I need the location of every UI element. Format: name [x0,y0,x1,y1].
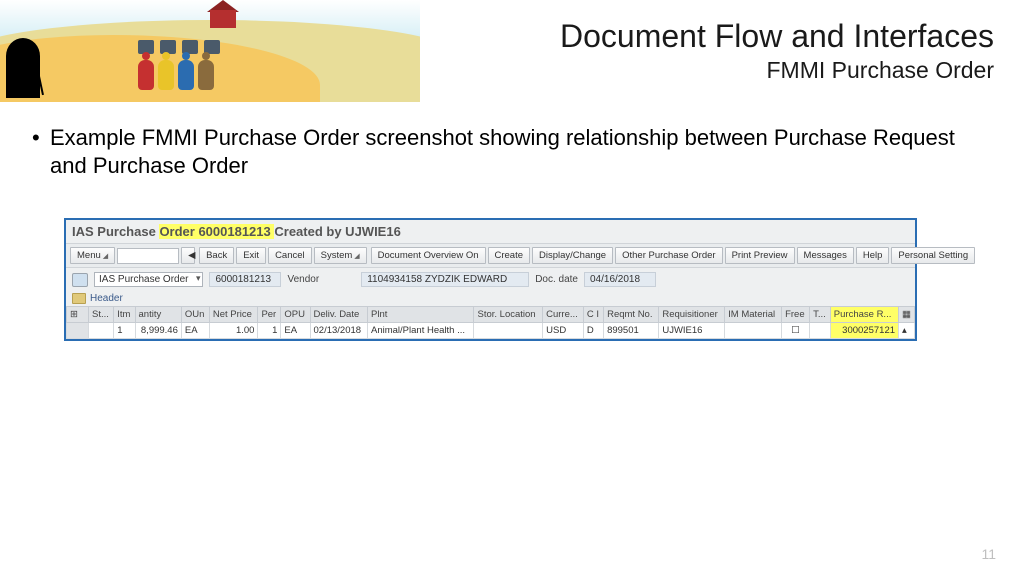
print-preview-button[interactable]: Print Preview [725,247,795,264]
bullet-item: Example FMMI Purchase Order screenshot s… [28,124,994,179]
folder-icon [72,293,86,304]
exit-button[interactable]: Exit [236,247,266,264]
col-t[interactable]: T... [810,307,831,323]
col-opu[interactable]: OPU [281,307,310,323]
doc-date-field: 04/16/2018 [584,272,656,287]
back-button[interactable]: Back [199,247,234,264]
doc-number-field: 6000181213 [209,272,281,287]
col-stor-loc[interactable]: Stor. Location [474,307,543,323]
people-icons [138,60,214,90]
cell-reqmt: 899501 [604,323,659,339]
col-im-material[interactable]: IM Material [725,307,782,323]
messages-button[interactable]: Messages [797,247,854,264]
col-status[interactable]: St... [89,307,114,323]
header-illustration [0,0,420,102]
cell-per: 1 [258,323,281,339]
doc-overview-button[interactable]: Document Overview On [371,247,486,264]
vendor-field: 1104934158 ZYDZIK EDWARD [361,272,529,287]
col-requisitioner[interactable]: Requisitioner [659,307,725,323]
cell-opu: EA [281,323,310,339]
menu-button[interactable]: Menu [70,247,115,264]
col-deliv-date[interactable]: Deliv. Date [310,307,368,323]
cell-deliv-date: 02/13/2018 [310,323,368,339]
doc-date-label: Doc. date [535,274,578,285]
cell-ci: D [583,323,603,339]
col-plnt[interactable]: Plnt [368,307,474,323]
fmmi-screenshot: IAS Purchase Order 6000181213 Created by… [64,218,917,341]
po-detail-row: IAS Purchase Order 6000181213 Vendor 110… [66,268,915,291]
grid-corner[interactable]: ⊞ [67,307,89,323]
page-number: 11 [981,546,996,562]
surveyor-silhouette [6,38,40,98]
cell-itm: 1 [114,323,135,339]
vendor-label: Vendor [287,274,319,285]
slide-subtitle: FMMI Purchase Order [560,57,994,84]
cell-purchase-req: 3000257121 [830,323,898,339]
cell-net-price: 1.00 [209,323,258,339]
bullet-list: Example FMMI Purchase Order screenshot s… [28,124,994,179]
col-net-price[interactable]: Net Price [209,307,258,323]
col-reqmt[interactable]: Reqmt No. [604,307,659,323]
slide-title: Document Flow and Interfaces [560,18,994,55]
toolbar: Menu ◀ Back Exit Cancel System Document … [66,243,915,268]
col-config-icon[interactable]: ▦ [899,307,915,323]
col-qty[interactable]: antity [135,307,181,323]
landscape-bg [0,0,420,102]
slide-title-block: Document Flow and Interfaces FMMI Purcha… [560,18,994,84]
col-curr[interactable]: Curre... [543,307,584,323]
col-itm[interactable]: Itm [114,307,135,323]
title-suffix: Created by UJWIE16 [274,224,400,239]
barn-icon [210,10,236,28]
header-toggle-label: Header [90,293,123,304]
command-input[interactable] [117,248,179,264]
cell-free-checkbox[interactable]: ☐ [782,323,810,339]
screenshot-title: IAS Purchase Order 6000181213 Created by… [66,220,915,243]
col-purchase-r[interactable]: Purchase R... [830,307,898,323]
col-oun[interactable]: OUn [181,307,209,323]
cell-oun: EA [181,323,209,339]
title-prefix: IAS Purchase [72,224,159,239]
cell-curr: USD [543,323,584,339]
create-button[interactable]: Create [488,247,531,264]
table-row[interactable]: 1 8,999.46 EA 1.00 1 EA 02/13/2018 Anima… [67,323,915,339]
col-per[interactable]: Per [258,307,281,323]
scroll-up-icon[interactable]: ▴ [899,323,915,339]
personal-setting-button[interactable]: Personal Setting [891,247,975,264]
line-items-grid: ⊞ St... Itm antity OUn Net Price Per OPU… [66,306,915,339]
col-ci[interactable]: C I [583,307,603,323]
cell-requisitioner: UJWIE16 [659,323,725,339]
back-arrow-button[interactable]: ◀ [181,247,195,264]
display-change-button[interactable]: Display/Change [532,247,613,264]
cancel-button[interactable]: Cancel [268,247,312,264]
doc-type-select[interactable]: IAS Purchase Order [94,272,203,287]
cart-icon [72,273,88,287]
other-po-button[interactable]: Other Purchase Order [615,247,722,264]
help-button[interactable]: Help [856,247,890,264]
cell-plnt: Animal/Plant Health ... [368,323,474,339]
system-button[interactable]: System [314,247,367,264]
header-collapse-row[interactable]: Header [66,291,915,306]
col-free[interactable]: Free [782,307,810,323]
title-highlight: Order 6000181213 [159,224,274,239]
cell-qty: 8,999.46 [135,323,181,339]
